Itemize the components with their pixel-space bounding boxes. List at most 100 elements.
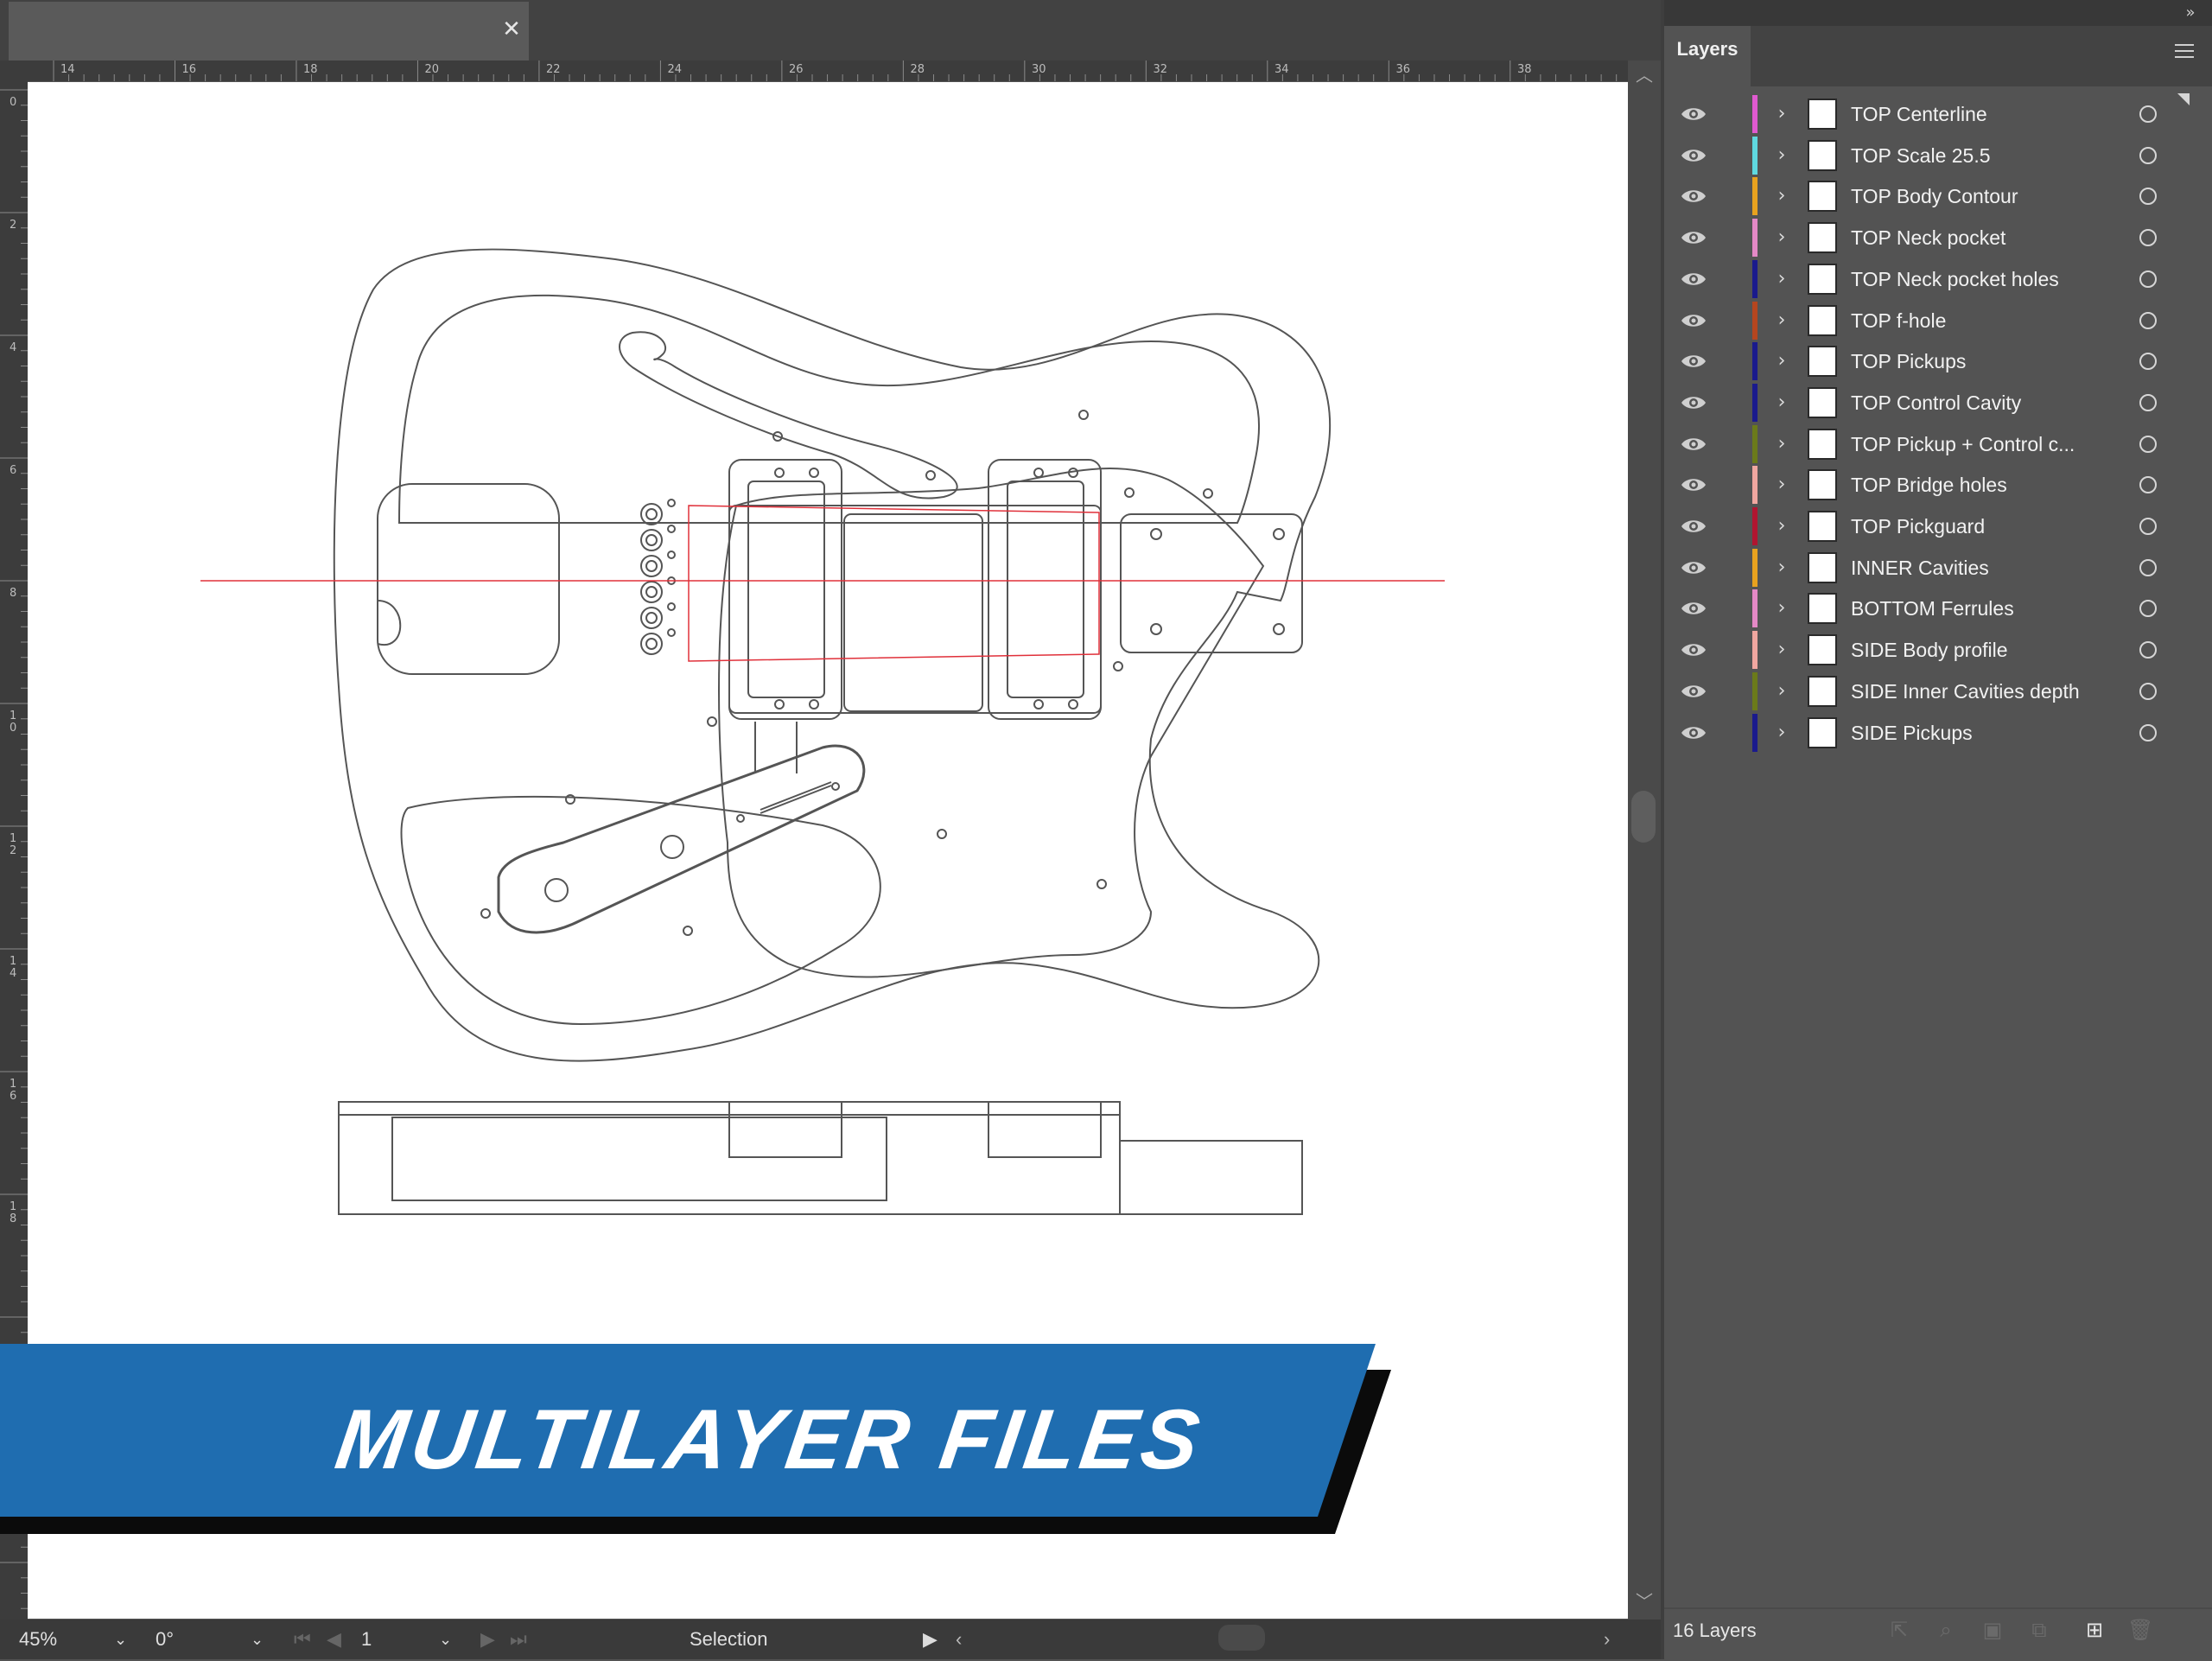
visibility-eye-icon[interactable] — [1680, 557, 1707, 578]
visibility-eye-icon[interactable] — [1680, 392, 1707, 413]
layer-name[interactable]: TOP Pickup + Control c... — [1851, 423, 2136, 465]
tab-layers[interactable]: Layers — [1664, 26, 1751, 86]
visibility-eye-icon[interactable] — [1680, 269, 1707, 290]
layer-name[interactable]: TOP Centerline — [1851, 93, 2136, 135]
clipping-mask-icon[interactable]: ▣ — [1980, 1618, 2005, 1642]
expand-chevron-icon[interactable]: › — [1771, 595, 1792, 622]
layer-target-icon[interactable] — [2139, 600, 2157, 618]
layer-row[interactable]: › BOTTOM Ferrules — [1664, 588, 2183, 629]
expand-chevron-icon[interactable]: › — [1771, 430, 1792, 458]
layer-row[interactable]: › SIDE Body profile — [1664, 629, 2183, 671]
layer-target-icon[interactable] — [2139, 311, 2157, 329]
layer-row[interactable]: › TOP Pickups — [1664, 340, 2183, 382]
layer-row[interactable]: › TOP Pickup + Control c... — [1664, 423, 2183, 465]
layer-row[interactable]: › SIDE Inner Cavities depth — [1664, 671, 2183, 712]
expand-chevron-icon[interactable]: › — [1771, 347, 1792, 375]
scroll-down-icon[interactable]: ﹀ — [1628, 1588, 1661, 1614]
layer-row[interactable]: › TOP Scale 25.5 — [1664, 135, 2183, 176]
visibility-eye-icon[interactable] — [1680, 310, 1707, 331]
expand-chevron-icon[interactable]: › — [1771, 719, 1792, 747]
previous-artboard-icon[interactable]: ◀ — [327, 1626, 341, 1652]
layer-name[interactable]: TOP Pickups — [1851, 340, 2136, 382]
visibility-eye-icon[interactable] — [1680, 227, 1707, 248]
zoom-dropdown-icon[interactable]: ⌄ — [114, 1626, 127, 1652]
layer-name[interactable]: TOP Neck pocket — [1851, 217, 2136, 258]
visibility-eye-icon[interactable] — [1680, 640, 1707, 660]
close-icon[interactable]: ✕ — [494, 10, 529, 48]
layer-target-icon[interactable] — [2139, 393, 2157, 411]
rotation-field[interactable]: 0° — [156, 1626, 242, 1652]
collapse-panels-icon[interactable]: » — [2169, 0, 2212, 26]
layer-name[interactable]: TOP Pickguard — [1851, 506, 2136, 547]
new-layer-icon[interactable]: ⊞ — [2082, 1618, 2107, 1642]
delete-layer-icon[interactable]: 🗑 — [2127, 1618, 2153, 1642]
visibility-eye-icon[interactable] — [1680, 474, 1707, 495]
layer-row[interactable]: › TOP Pickguard — [1664, 506, 2183, 547]
layer-target-icon[interactable] — [2139, 229, 2157, 247]
expand-chevron-icon[interactable]: › — [1771, 678, 1792, 705]
expand-chevron-icon[interactable]: › — [1771, 389, 1792, 417]
layer-target-icon[interactable] — [2139, 353, 2157, 371]
layer-target-icon[interactable] — [2139, 558, 2157, 576]
expand-chevron-icon[interactable]: › — [1771, 307, 1792, 334]
layer-name[interactable]: TOP Control Cavity — [1851, 382, 2136, 423]
new-sublayer-icon[interactable]: ⧉ — [2027, 1618, 2051, 1642]
layer-row[interactable]: › TOP Centerline — [1664, 93, 2183, 135]
expand-chevron-icon[interactable]: › — [1771, 512, 1792, 540]
artboard-dropdown-icon[interactable]: ⌄ — [439, 1626, 452, 1652]
layer-row[interactable]: › TOP f-hole — [1664, 300, 2183, 341]
layer-row[interactable]: › TOP Neck pocket — [1664, 217, 2183, 258]
visibility-eye-icon[interactable] — [1680, 434, 1707, 455]
status-menu-icon[interactable]: ▶ — [923, 1626, 938, 1652]
layer-target-icon[interactable] — [2139, 105, 2157, 123]
export-icon[interactable]: ⇱ — [1887, 1618, 1911, 1642]
layer-name[interactable]: SIDE Inner Cavities depth — [1851, 671, 2136, 712]
expand-chevron-icon[interactable]: › — [1771, 100, 1792, 128]
layer-name[interactable]: BOTTOM Ferrules — [1851, 588, 2136, 629]
layer-target-icon[interactable] — [2139, 435, 2157, 453]
rotation-dropdown-icon[interactable]: ⌄ — [251, 1626, 264, 1652]
layer-target-icon[interactable] — [2139, 641, 2157, 659]
scroll-left-icon[interactable]: ‹ — [956, 1626, 962, 1652]
layer-row[interactable]: › INNER Cavities — [1664, 547, 2183, 589]
layer-row[interactable]: › TOP Body Contour — [1664, 175, 2183, 217]
artboard-number[interactable]: 1 — [361, 1626, 413, 1652]
layer-row[interactable]: › TOP Bridge holes — [1664, 464, 2183, 506]
layer-target-icon[interactable] — [2139, 682, 2157, 700]
layer-row[interactable]: › TOP Control Cavity — [1664, 382, 2183, 423]
visibility-eye-icon[interactable] — [1680, 351, 1707, 372]
first-artboard-icon[interactable]: ⏮ — [294, 1626, 311, 1652]
document-tab[interactable] — [9, 2, 529, 60]
expand-chevron-icon[interactable]: › — [1771, 224, 1792, 251]
locate-object-icon[interactable]: ⌕ — [1934, 1618, 1958, 1642]
layer-row[interactable]: › SIDE Pickups — [1664, 712, 2183, 754]
layer-target-icon[interactable] — [2139, 188, 2157, 206]
layer-target-icon[interactable] — [2139, 146, 2157, 164]
zoom-level[interactable]: 45% — [19, 1626, 105, 1652]
vertical-scroll-thumb[interactable] — [1631, 791, 1656, 843]
visibility-eye-icon[interactable] — [1680, 598, 1707, 619]
layer-name[interactable]: TOP Scale 25.5 — [1851, 135, 2136, 176]
layer-name[interactable]: TOP Body Contour — [1851, 175, 2136, 217]
scroll-up-icon[interactable]: ︿ — [1628, 62, 1661, 88]
expand-chevron-icon[interactable]: › — [1771, 554, 1792, 582]
expand-chevron-icon[interactable]: › — [1771, 636, 1792, 664]
layer-target-icon[interactable] — [2139, 723, 2157, 741]
visibility-eye-icon[interactable] — [1680, 722, 1707, 743]
layer-name[interactable]: TOP f-hole — [1851, 300, 2136, 341]
panel-menu-icon[interactable] — [2169, 40, 2200, 66]
layer-target-icon[interactable] — [2139, 518, 2157, 535]
expand-chevron-icon[interactable]: › — [1771, 182, 1792, 210]
horizontal-scroll-thumb[interactable] — [1218, 1625, 1265, 1651]
expand-chevron-icon[interactable]: › — [1771, 142, 1792, 169]
layer-name[interactable]: TOP Neck pocket holes — [1851, 258, 2136, 300]
visibility-eye-icon[interactable] — [1680, 681, 1707, 702]
expand-chevron-icon[interactable]: › — [1771, 471, 1792, 499]
layer-name[interactable]: TOP Bridge holes — [1851, 464, 2136, 506]
visibility-eye-icon[interactable] — [1680, 104, 1707, 124]
visibility-eye-icon[interactable] — [1680, 145, 1707, 166]
last-artboard-icon[interactable]: ⏭ — [510, 1626, 527, 1652]
layer-name[interactable]: SIDE Body profile — [1851, 629, 2136, 671]
layer-target-icon[interactable] — [2139, 476, 2157, 494]
layer-name[interactable]: SIDE Pickups — [1851, 712, 2136, 754]
